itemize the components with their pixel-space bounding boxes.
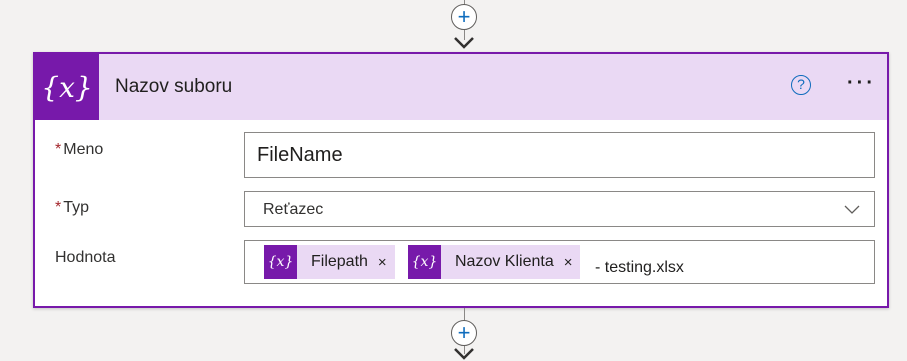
value-label-text: Hodnota [55,249,116,266]
token-label: Filepath [311,253,368,270]
token-filepath[interactable]: {x} Filepath × [264,245,395,279]
close-icon[interactable]: × [378,254,387,271]
action-card-nazov-suboru: {x} Nazov suboru ? ··· * Meno FileName * T… [33,52,889,308]
add-step-button-bottom[interactable]: + [451,320,477,346]
help-icon[interactable]: ? [791,75,811,95]
token-nazov-klienta[interactable]: {x} Nazov Klienta × [408,245,581,279]
name-label: * Meno [55,141,103,159]
value-input[interactable]: {x} Filepath × {x} Nazov Klienta × - tes… [244,240,875,284]
more-options-icon[interactable]: ··· [847,72,876,95]
variable-icon: {x} [264,245,297,279]
name-input-value: FileName [257,144,343,166]
variable-icon: {x} [408,245,441,279]
type-label: * Typ [55,199,89,217]
name-label-text: Meno [63,141,104,158]
chevron-down-icon[interactable] [844,201,860,217]
value-suffix-text: - testing.xlsx [595,259,684,276]
arrow-down-icon [454,348,474,360]
plus-icon: + [457,4,471,29]
add-step-button-top[interactable]: + [451,4,477,30]
type-select[interactable]: Reťazec [244,191,875,227]
required-mark: * [55,141,62,158]
type-select-value: Reťazec [263,201,324,218]
type-label-text: Typ [63,199,90,216]
close-icon[interactable]: × [564,254,573,271]
card-header[interactable]: {x} Nazov suboru ? ··· [35,54,887,120]
token-label: Nazov Klienta [455,253,554,270]
value-label: Hodnota [55,249,116,267]
arrow-down-icon [454,37,474,49]
name-input[interactable]: FileName [244,132,875,178]
required-mark: * [55,199,62,216]
plus-icon: + [457,320,471,345]
variable-icon: {x} [35,54,99,120]
card-title[interactable]: Nazov suboru [115,76,232,98]
